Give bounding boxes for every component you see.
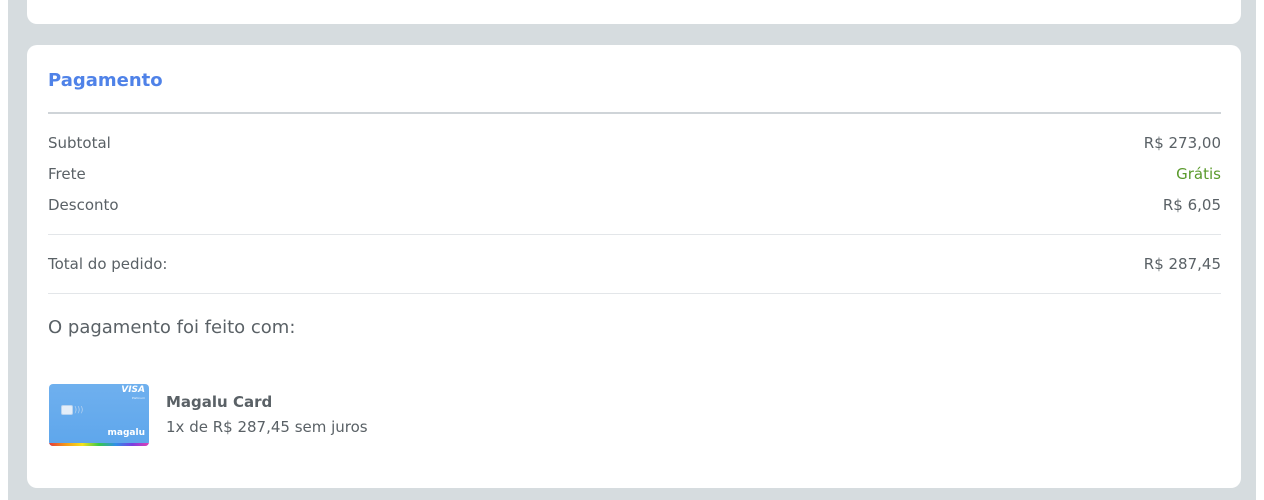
subtotal-row: Subtotal R$ 273,00 [48,134,1221,154]
section-title: Pagamento [48,70,163,91]
title-divider [48,112,1221,114]
totals-divider [48,234,1221,235]
discount-value: R$ 6,05 [1162,196,1221,214]
previous-section-card [27,0,1241,24]
card-brand-sub: Platinum [131,396,145,400]
subtotal-value: R$ 273,00 [1143,134,1221,152]
total-row: Total do pedido: R$ 287,45 [48,255,1221,275]
payment-method-detail: 1x de R$ 287,45 sem juros [166,418,368,436]
shipping-value: Grátis [1176,165,1221,183]
contactless-icon: ))) [74,405,84,414]
card-chip-icon [61,405,73,415]
shipping-row: Frete Grátis [48,165,1221,185]
subtotal-label: Subtotal [48,134,111,152]
payment-method-divider [48,293,1221,294]
total-value: R$ 287,45 [1143,255,1221,273]
payment-method-name: Magalu Card [166,393,273,411]
shipping-label: Frete [48,165,86,183]
discount-row: Desconto R$ 6,05 [48,196,1221,216]
card-rainbow-stripe [49,443,149,446]
credit-card-image: VISA Platinum ))) magalu [49,384,149,446]
total-label: Total do pedido: [48,255,168,273]
paid-with-label: O pagamento foi feito com: [48,317,296,338]
discount-label: Desconto [48,196,119,214]
payment-card-panel: Pagamento Subtotal R$ 273,00 Frete Gráti… [27,45,1241,488]
card-logo: magalu [107,428,145,438]
card-brand: VISA [121,385,145,395]
